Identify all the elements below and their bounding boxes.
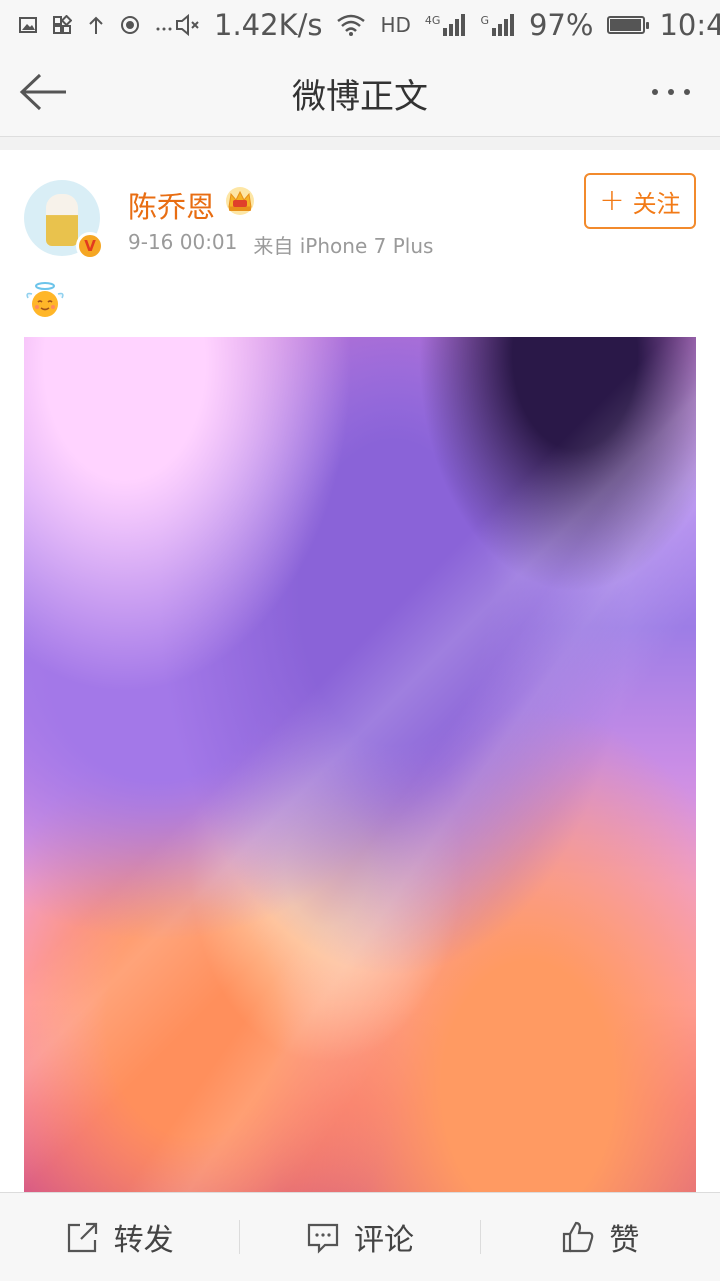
post-meta: 9-16 00:01 来自 iPhone 7 Plus <box>128 230 433 259</box>
avatar-figure <box>46 194 78 246</box>
verified-badge-icon: V <box>76 232 104 260</box>
battery-fill <box>610 19 642 31</box>
more-dot <box>684 89 690 95</box>
more-dot <box>668 89 674 95</box>
thumbs-up-icon <box>563 1221 594 1253</box>
hd-label: HD <box>380 13 411 37</box>
repost-icon <box>67 1222 97 1253</box>
navigation-bar: 微博正文 <box>0 50 720 137</box>
angel-emoji-icon <box>26 282 64 317</box>
battery-icon <box>607 16 650 34</box>
app-grid-icon <box>53 15 72 34</box>
clock: 10:49 <box>659 8 720 42</box>
image-notification-icon <box>19 17 37 33</box>
status-bar-right: 1.42K/s HD 4G G 97% 10:49 <box>174 8 720 42</box>
comment-label: 评论 <box>353 1223 414 1258</box>
signal-4g: 4G <box>425 14 467 36</box>
plus-icon: + <box>599 183 625 218</box>
mute-icon <box>176 13 199 37</box>
status-bar: 1.42K/s HD 4G G 97% 10:49 <box>0 0 720 50</box>
repost-button[interactable]: 转发 <box>0 1193 239 1281</box>
action-toolbar: 转发 评论 赞 <box>0 1192 720 1281</box>
battery-percent: 97% <box>528 8 594 42</box>
follow-button[interactable]: + 关注 <box>584 173 696 229</box>
signal-bars-icon <box>443 14 466 36</box>
crown-icon <box>226 187 254 215</box>
wifi-icon <box>337 14 366 36</box>
repost-label: 转发 <box>113 1223 174 1258</box>
more-notifications-icon <box>156 27 172 31</box>
more-dot <box>652 89 658 95</box>
page-title: 微博正文 <box>292 76 428 117</box>
signal-g-label: G <box>480 14 489 27</box>
post-image[interactable] <box>24 337 696 1192</box>
like-label: 赞 <box>609 1223 640 1258</box>
back-arrow-icon[interactable] <box>18 70 70 114</box>
signal-4g-label: 4G <box>424 14 441 27</box>
signal-bars-2-icon <box>491 14 514 36</box>
post-source: 来自 iPhone 7 Plus <box>253 234 434 258</box>
upload-arrow-icon <box>89 16 103 34</box>
signal-g: G <box>480 14 515 36</box>
network-speed: 1.42K/s <box>214 8 323 42</box>
status-bar-left <box>18 15 174 35</box>
post-time: 9-16 00:01 <box>128 230 238 254</box>
comment-icon <box>307 1223 339 1254</box>
record-icon <box>121 16 139 34</box>
avatar[interactable]: V <box>24 180 104 260</box>
follow-label: 关注 <box>632 189 681 218</box>
more-options-icon[interactable] <box>652 78 700 106</box>
like-button[interactable]: 赞 <box>481 1193 720 1281</box>
comment-button[interactable]: 评论 <box>240 1193 479 1281</box>
post-card: V 陈乔恩 9-16 00:01 来自 iPhone 7 Plus + 关注 <box>0 150 720 1192</box>
author-name[interactable]: 陈乔恩 <box>128 184 215 226</box>
